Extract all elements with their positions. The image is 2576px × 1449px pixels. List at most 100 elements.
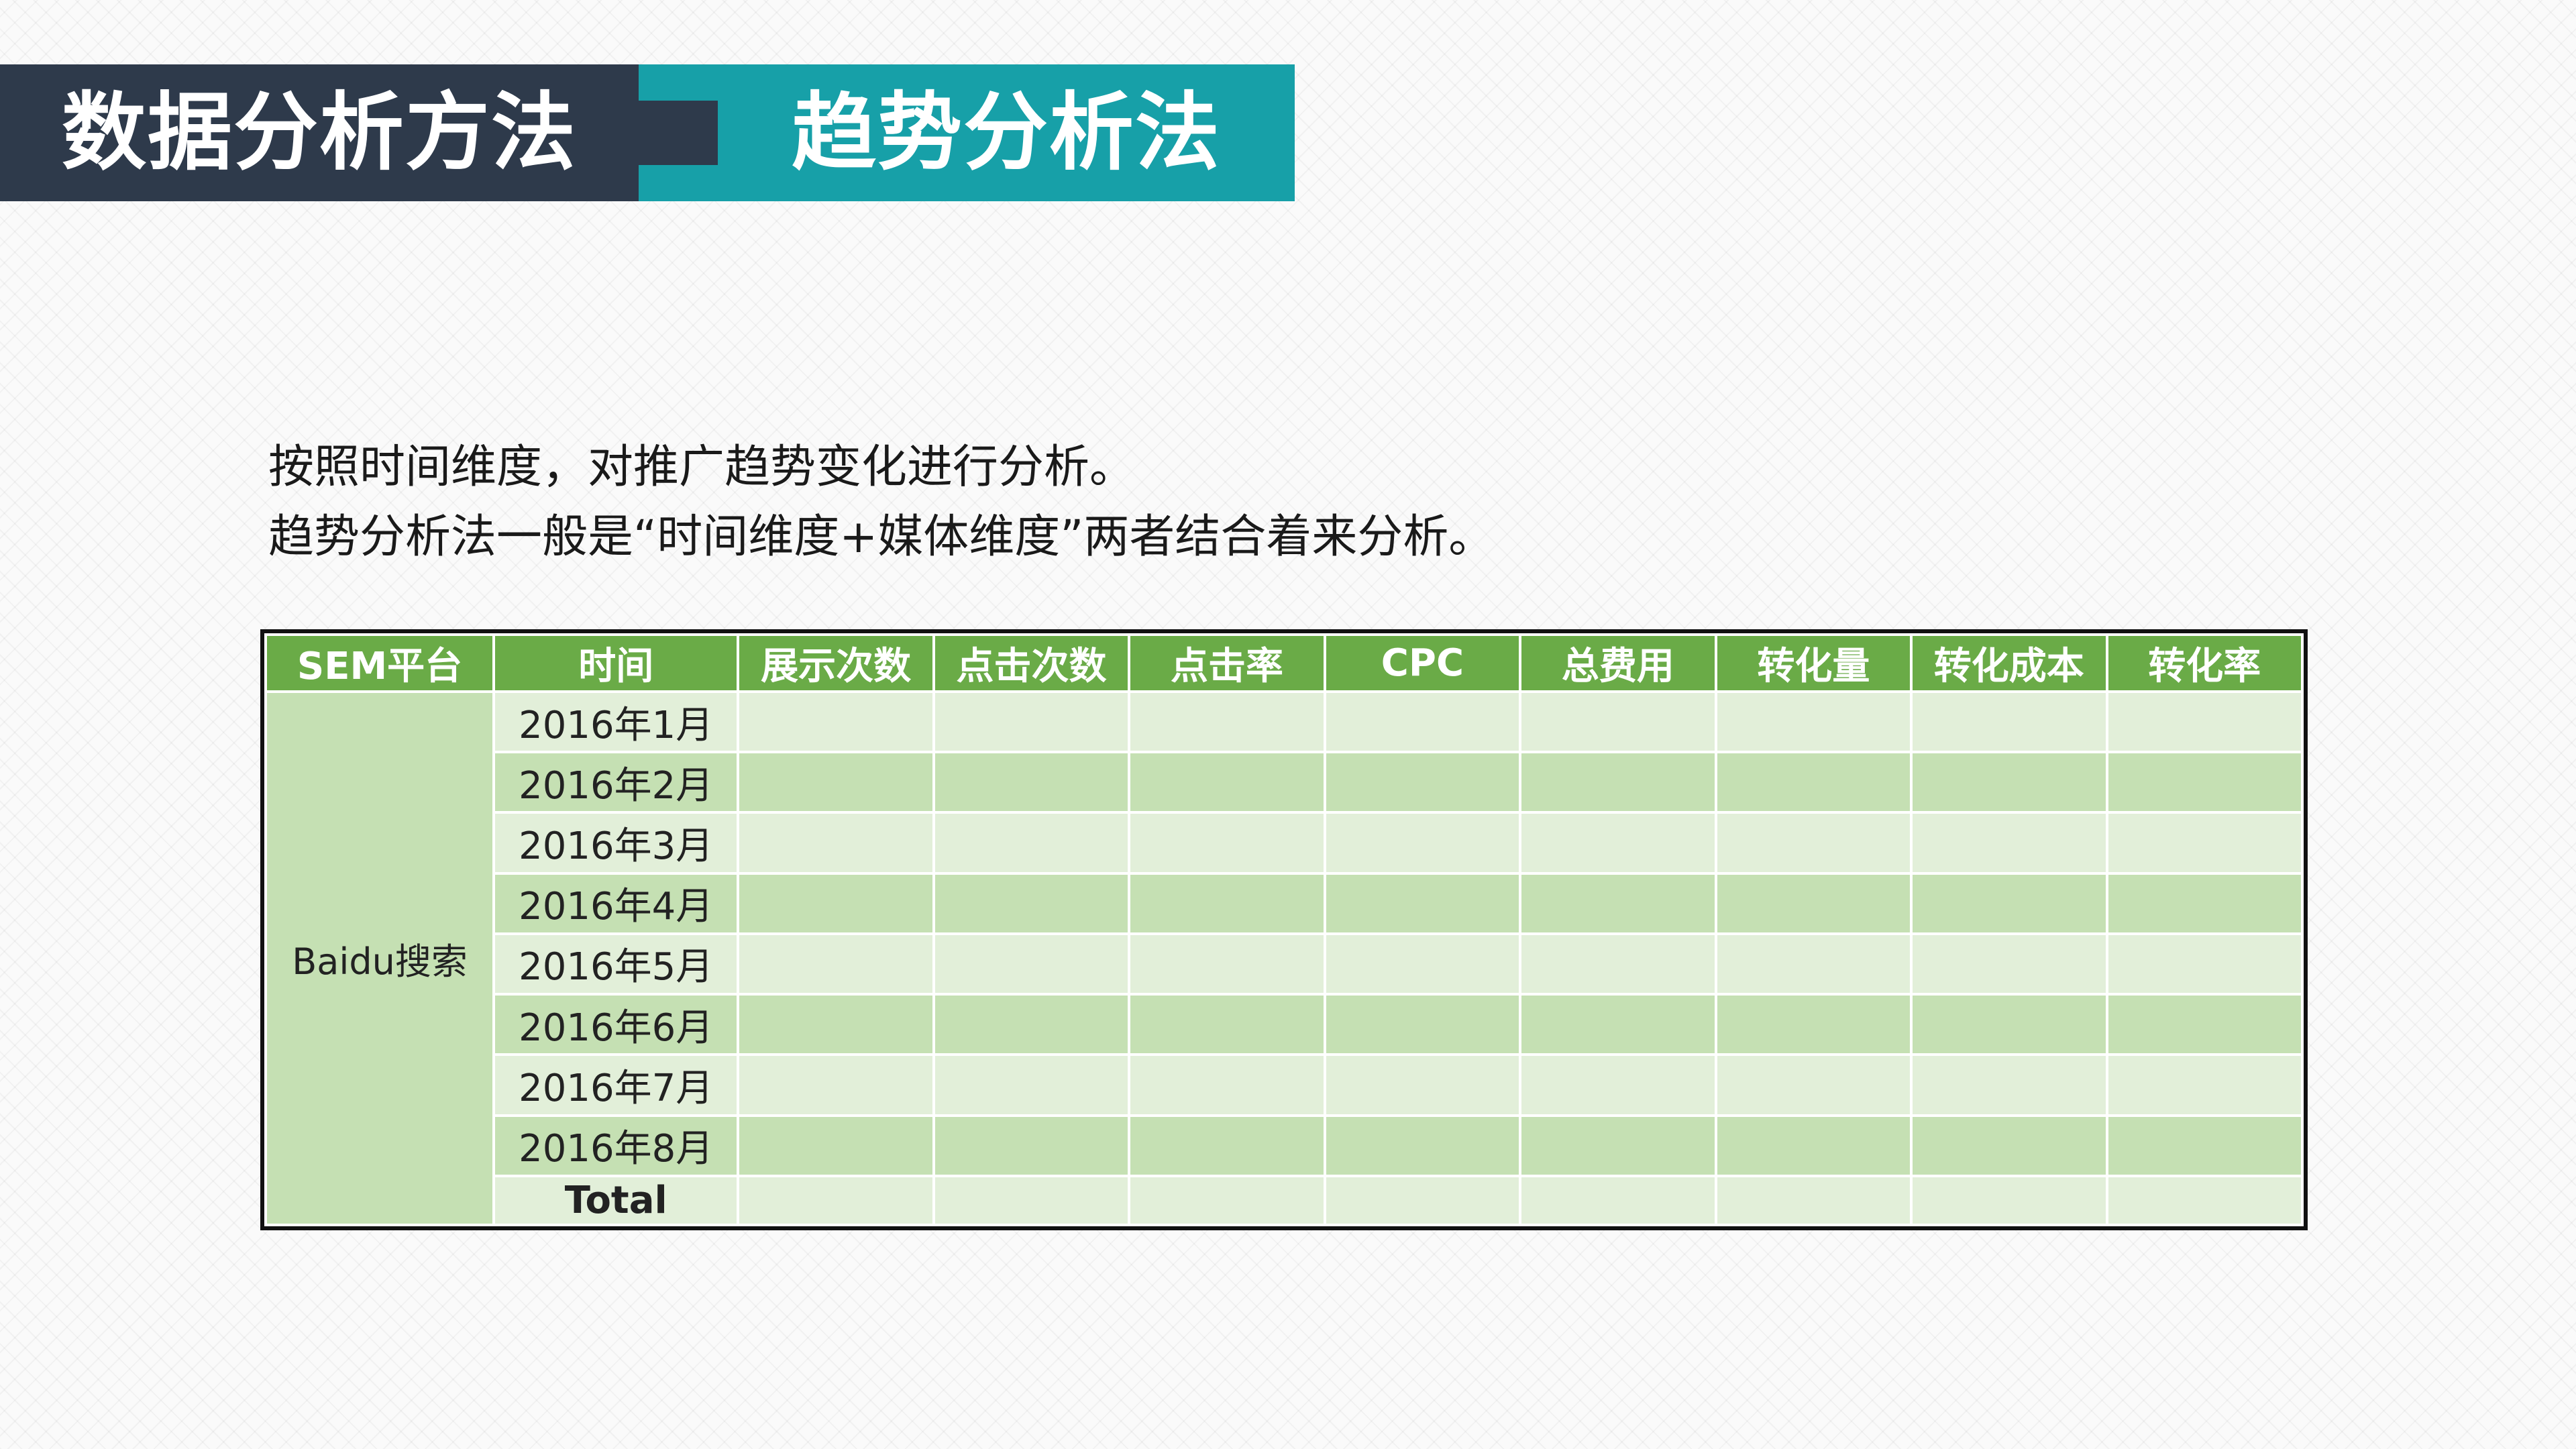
table-cell bbox=[1714, 871, 1913, 935]
table-row: 2016年8月 bbox=[266, 1114, 2304, 1177]
table-row: 2016年7月 bbox=[266, 1053, 2304, 1117]
column-header: 转化成本 bbox=[1910, 633, 2108, 693]
table-cell bbox=[932, 993, 1131, 1057]
table-cell bbox=[1128, 932, 1326, 996]
table-cell bbox=[1323, 1053, 1522, 1117]
table-cell bbox=[1714, 1114, 1913, 1177]
month-cell: 2016年3月 bbox=[492, 811, 740, 875]
table-cell bbox=[932, 811, 1131, 875]
column-header: 时间 bbox=[492, 633, 740, 693]
table-cell bbox=[2105, 1174, 2304, 1227]
title-connector bbox=[639, 64, 718, 201]
month-cell: 2016年6月 bbox=[492, 993, 740, 1057]
trend-table-grid: SEM平台 时间 展示次数 点击次数 点击率 CPC 总费用 转化量 转化成本 … bbox=[264, 633, 2304, 1227]
column-header: 转化量 bbox=[1714, 633, 1913, 693]
table-row: 2016年2月 bbox=[266, 751, 2304, 814]
subsection-title-text: 趋势分析法 bbox=[792, 83, 1221, 182]
table-cell bbox=[1519, 932, 1717, 996]
trend-table: SEM平台 时间 展示次数 点击次数 点击率 CPC 总费用 转化量 转化成本 … bbox=[260, 629, 2308, 1230]
table-cell bbox=[1323, 1174, 1522, 1227]
table-cell bbox=[932, 1174, 1131, 1227]
column-header: 点击次数 bbox=[932, 633, 1131, 693]
table-cell bbox=[1714, 690, 1913, 754]
column-header: 转化率 bbox=[2105, 633, 2304, 693]
table-cell bbox=[737, 751, 935, 814]
table-cell bbox=[2105, 993, 2304, 1057]
table-cell bbox=[1323, 690, 1522, 754]
month-cell: 2016年4月 bbox=[492, 871, 740, 935]
section-title-text: 数据分析方法 bbox=[62, 83, 577, 182]
table-cell bbox=[2105, 1053, 2304, 1117]
table-cell bbox=[1128, 871, 1326, 935]
table-cell bbox=[737, 690, 935, 754]
description-line-2: 趋势分析法一般是“时间维度+媒体维度”两者结合着来分析。 bbox=[268, 511, 1495, 564]
table-cell bbox=[1323, 993, 1522, 1057]
table-header-row: SEM平台 时间 展示次数 点击次数 点击率 CPC 总费用 转化量 转化成本 … bbox=[264, 633, 2304, 693]
table-cell bbox=[932, 690, 1131, 754]
table-cell bbox=[1519, 751, 1717, 814]
table-cell bbox=[1714, 932, 1913, 996]
table-cell bbox=[737, 871, 935, 935]
month-cell: 2016年7月 bbox=[492, 1053, 740, 1117]
table-cell bbox=[1519, 1174, 1717, 1227]
table-cell bbox=[1519, 993, 1717, 1057]
total-label: Total bbox=[492, 1174, 740, 1227]
column-header: SEM平台 bbox=[264, 633, 496, 693]
table-cell bbox=[932, 871, 1131, 935]
table-cell bbox=[2105, 811, 2304, 875]
table-cell bbox=[2105, 690, 2304, 754]
month-cell: 2016年8月 bbox=[492, 1114, 740, 1177]
table-cell bbox=[1519, 1053, 1717, 1117]
table-cell bbox=[1323, 932, 1522, 996]
table-cell bbox=[932, 751, 1131, 814]
section-title: 数据分析方法 bbox=[0, 64, 639, 201]
month-cell: 2016年5月 bbox=[492, 932, 740, 996]
table-cell bbox=[1714, 993, 1913, 1057]
table-cell bbox=[2105, 871, 2304, 935]
table-cell bbox=[1323, 1114, 1522, 1177]
table-cell bbox=[1128, 1174, 1326, 1227]
table-cell bbox=[1910, 751, 2108, 814]
table-cell bbox=[932, 1114, 1131, 1177]
subsection-title: 趋势分析法 bbox=[718, 64, 1295, 201]
table-row: 2016年5月 bbox=[266, 932, 2304, 996]
table-cell bbox=[1910, 1053, 2108, 1117]
column-header: 展示次数 bbox=[737, 633, 935, 693]
table-cell bbox=[1128, 690, 1326, 754]
table-cell bbox=[1323, 751, 1522, 814]
table-cell bbox=[1128, 993, 1326, 1057]
table-cell bbox=[1519, 690, 1717, 754]
column-header: 点击率 bbox=[1128, 633, 1326, 693]
table-cell bbox=[1910, 1114, 2108, 1177]
table-cell bbox=[1519, 811, 1717, 875]
table-cell bbox=[737, 811, 935, 875]
table-row-total: Total bbox=[266, 1174, 2304, 1227]
description-line-1: 按照时间维度，对推广趋势变化进行分析。 bbox=[268, 441, 1136, 494]
table-cell bbox=[737, 1114, 935, 1177]
table-cell bbox=[1128, 811, 1326, 875]
table-cell bbox=[1519, 871, 1717, 935]
table-cell bbox=[2105, 751, 2304, 814]
table-cell bbox=[737, 993, 935, 1057]
table-cell bbox=[932, 1053, 1131, 1117]
column-header: 总费用 bbox=[1519, 633, 1717, 693]
table-cell bbox=[932, 932, 1131, 996]
table-row: Baidu搜索 2016年1月 bbox=[264, 690, 2304, 1226]
table-cell bbox=[1714, 1174, 1913, 1227]
platform-cell: Baidu搜索 bbox=[264, 690, 496, 1226]
table-cell bbox=[1910, 1174, 2108, 1227]
table-cell bbox=[737, 932, 935, 996]
table-cell bbox=[1714, 751, 1913, 814]
month-cell: 2016年1月 bbox=[492, 690, 740, 754]
table-cell bbox=[1910, 993, 2108, 1057]
month-cell: 2016年2月 bbox=[492, 751, 740, 814]
table-cell bbox=[1128, 751, 1326, 814]
description: 按照时间维度，对推广趋势变化进行分析。 趋势分析法一般是“时间维度+媒体维度”两… bbox=[268, 433, 2080, 572]
table-row: 2016年6月 bbox=[266, 993, 2304, 1057]
table-row: 2016年3月 bbox=[266, 811, 2304, 875]
table-cell bbox=[1910, 811, 2108, 875]
table-cell bbox=[2105, 1114, 2304, 1177]
table-row: 2016年4月 bbox=[266, 871, 2304, 935]
column-header: CPC bbox=[1323, 633, 1522, 693]
table-cell bbox=[1714, 811, 1913, 875]
